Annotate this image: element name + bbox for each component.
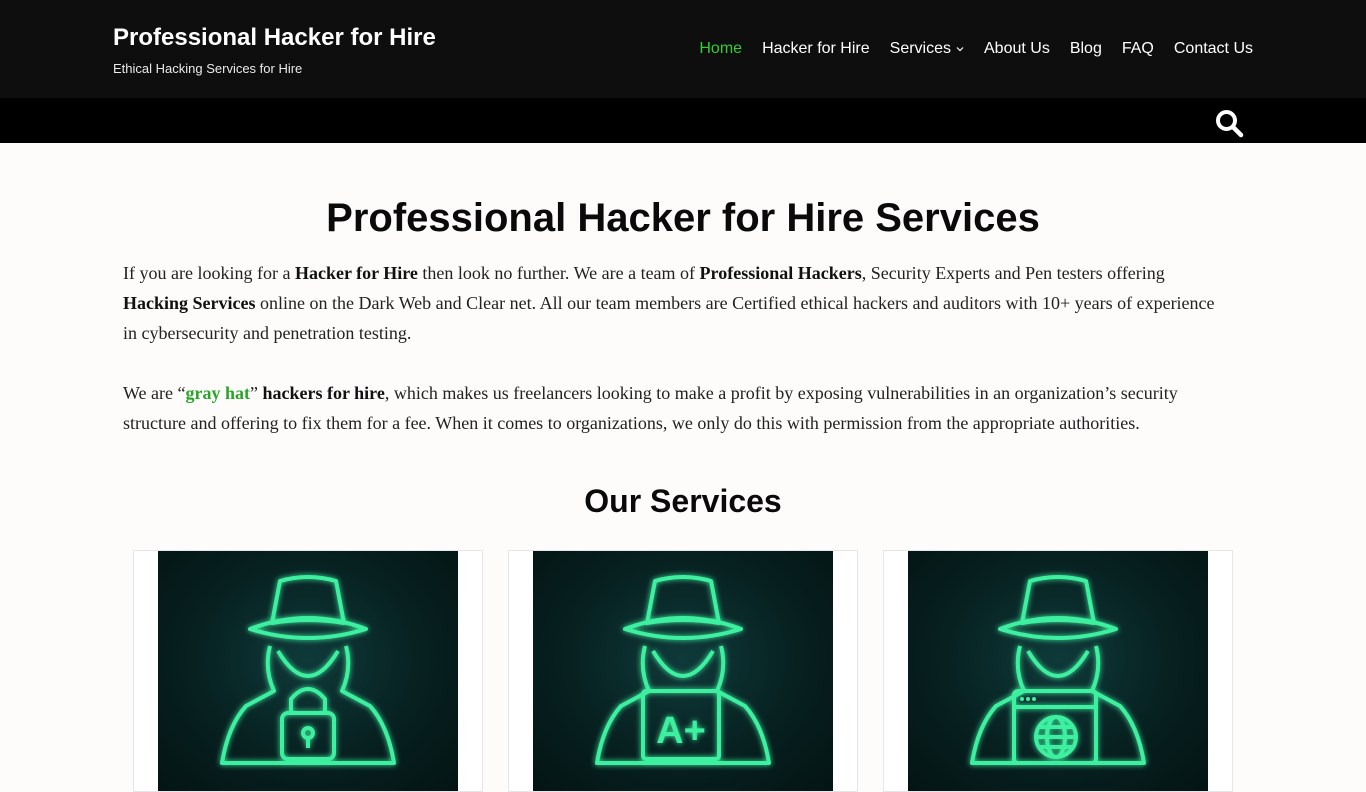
intro-text: online on the Dark Web and Clear net. Al… [123,293,1215,343]
intro-bold: Hacker for Hire [294,263,418,283]
intro-paragraph-2: We are “gray hat” hackers for hire, whic… [123,378,1233,438]
site-title[interactable]: Professional Hacker for Hire [113,24,436,52]
service-card-2[interactable]: A+ [508,550,858,792]
nav-home-label: Home [699,40,743,57]
nav-hacker-for-hire-label: Hacker for Hire [762,40,870,57]
nav-faq[interactable]: FAQ [1122,39,1154,59]
intro-bold: Hacking Services [123,293,256,313]
nav-contact-us[interactable]: Contact Us [1174,39,1253,59]
main-nav: Home Hacker for Hire Services About Us B… [699,39,1253,59]
brand: Professional Hacker for Hire Ethical Hac… [113,24,436,76]
page-title: Professional Hacker for Hire Services [326,196,1040,240]
nav-about-us-label: About Us [984,40,1050,57]
hacker-grade-icon: A+ [533,551,833,791]
nav-services[interactable]: Services [890,39,964,59]
nav-faq-label: FAQ [1121,40,1154,57]
grade-badge: A+ [656,710,706,752]
search-bar [0,98,1366,143]
site-header: Professional Hacker for Hire Ethical Hac… [0,0,1366,98]
services-title: Our Services [584,483,782,519]
hacker-lock-icon [158,551,458,791]
site-tagline: Ethical Hacking Services for Hire [113,61,303,76]
service-card-3[interactable] [883,550,1233,792]
nav-blog-label: Blog [1069,40,1102,57]
intro-bold: hackers for hire [262,383,385,403]
intro-text: If you are looking for a [123,263,295,283]
nav-blog[interactable]: Blog [1070,39,1102,59]
intro-text: ” [250,383,263,403]
nav-home[interactable]: Home [699,39,742,59]
nav-services-label: Services [889,40,951,57]
hacker-web-icon [908,551,1208,791]
search-icon[interactable] [1214,108,1244,138]
gray-hat-link[interactable]: gray hat [186,383,251,403]
nav-hacker-for-hire[interactable]: Hacker for Hire [762,39,870,59]
intro-text: then look no further. We are a team of [417,263,700,283]
nav-about-us[interactable]: About Us [984,39,1050,59]
intro-bold: Professional Hackers [699,263,862,283]
service-card-1[interactable] [133,550,483,792]
nav-contact-us-label: Contact Us [1173,40,1253,57]
chevron-down-icon [956,47,964,52]
intro-text: , Security Experts and Pen testers offer… [861,263,1165,283]
intro-paragraph-1: If you are looking for a Hacker for Hire… [123,258,1233,348]
intro-text: We are “ [123,383,186,403]
